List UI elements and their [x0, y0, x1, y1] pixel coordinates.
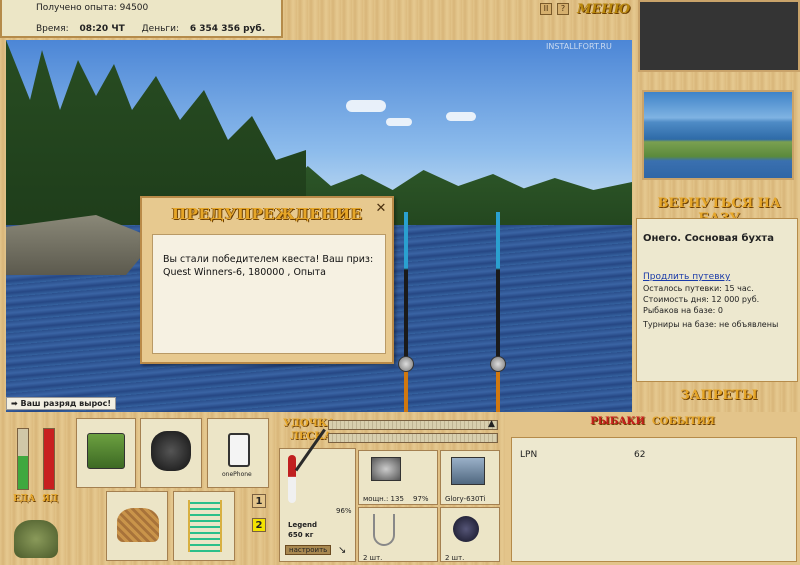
tab-events[interactable]: СОБЫТИЯ: [652, 416, 715, 427]
location-map: [642, 90, 794, 180]
tackle-box-icon: [87, 433, 125, 469]
fishing-rod-2[interactable]: [496, 212, 500, 412]
chat-panel: [638, 0, 800, 72]
float-icon: [288, 455, 296, 503]
poison-fill: [44, 429, 54, 489]
hook-count: 2 шт.: [363, 554, 383, 562]
food-fill: [18, 456, 28, 489]
watermark: INSTALLFORT.RU: [546, 42, 612, 51]
reel-power: мощн.: 135: [363, 495, 404, 503]
line-spool-icon: [451, 457, 485, 485]
money-value: 6 354 356 руб.: [189, 24, 266, 34]
page-1-button[interactable]: 1: [252, 494, 266, 508]
line-tension-bar: [328, 433, 498, 443]
rank-up-notification[interactable]: ➡ Ваш разряд вырос!: [6, 397, 117, 410]
cloud: [346, 100, 386, 112]
dialog-title: ПРЕДУПРЕЖДЕНИЕ: [172, 205, 363, 223]
pause-button[interactable]: II: [540, 3, 552, 15]
rod-slot[interactable]: Legend 650 кг 96% настроить ↘: [279, 428, 356, 562]
phone-icon: [228, 433, 250, 467]
rod-durability: 96%: [336, 507, 352, 515]
help-button[interactable]: ?: [557, 3, 569, 15]
time-row: Время: 08:20 ЧТ Деньги: 6 354 356 руб.: [36, 24, 265, 34]
setup-button[interactable]: настроить: [285, 545, 332, 555]
rod-name: Legend: [288, 521, 317, 529]
hook-slot[interactable]: 2 шт.: [358, 507, 438, 562]
reel-slot[interactable]: мощн.: 135 97%: [358, 450, 438, 505]
inventory-slot[interactable]: onePhone: [207, 418, 269, 488]
experience-value: 94500: [119, 3, 149, 13]
events-list: LPN 62: [511, 437, 797, 562]
inventory-slot[interactable]: [106, 491, 168, 561]
arrow-right-icon: ➡: [11, 399, 21, 408]
warning-dialog: ПРЕДУПРЕЖДЕНИЕ ✕ Вы стали победителем кв…: [140, 196, 394, 364]
reel-icon: [490, 356, 506, 372]
inventory-slot[interactable]: [173, 491, 235, 561]
inventory-slot[interactable]: [76, 418, 136, 488]
backpack-icon: [151, 431, 191, 471]
bans-button[interactable]: ЗАПРЕТЫ: [638, 388, 800, 403]
rod-tension-bar: [328, 420, 498, 430]
bag-icon[interactable]: [14, 520, 58, 558]
reel-icon: [398, 356, 414, 372]
poison-meter: [43, 428, 55, 490]
food-meter: [17, 428, 29, 490]
page-2-button[interactable]: 2: [252, 518, 266, 532]
bait-slot[interactable]: 2 шт.: [440, 507, 500, 562]
beetle-bait-icon: [453, 516, 479, 542]
reel-durability: 97%: [413, 495, 429, 503]
cloud: [446, 112, 476, 121]
time-label: Время:: [36, 24, 69, 34]
info-line: Стоимость дня: 12 000 руб.: [643, 295, 760, 304]
arrow-down-right-icon: ↘: [338, 545, 347, 556]
close-icon[interactable]: ✕: [374, 202, 388, 216]
picnic-basket-icon: [117, 508, 159, 542]
cloud: [386, 118, 412, 126]
base-info-panel: Онего. Сосновая бухта Продлить путевку О…: [636, 218, 798, 382]
line-name: Glory-630Ti: [445, 495, 486, 503]
rank-up-text: Ваш разряд вырос!: [20, 399, 112, 408]
time-value: 08:20 ЧТ: [79, 24, 125, 34]
experience-row: Получено опыта: 94500: [36, 3, 148, 13]
fishing-rod-1[interactable]: [404, 212, 408, 412]
bait-count: 2 шт.: [445, 554, 465, 562]
menu-button[interactable]: МЕНЮ: [577, 2, 630, 17]
keepnet-icon: [188, 500, 222, 552]
extend-voucher-link[interactable]: Продлить путевку: [643, 272, 791, 282]
info-line: Осталось путевки: 15 час.: [643, 284, 754, 293]
phone-label: onePhone: [222, 471, 252, 478]
line-label: ЛЕСКА: [290, 431, 332, 442]
food-label: ЕДА: [13, 494, 36, 504]
rod-capacity: 650 кг: [288, 531, 314, 539]
list-item-name: LPN: [520, 450, 538, 460]
money-label: Деньги:: [141, 24, 179, 34]
player-stats-panel: Получено опыта: 94500 Время: 08:20 ЧТ Де…: [0, 0, 283, 38]
events-panel: РЫБАКИ СОБЫТИЯ LPN 62: [505, 412, 800, 565]
poison-label: ЯД: [42, 494, 58, 504]
inventory-slot[interactable]: [140, 418, 202, 488]
info-line: Турниры на базе: не объявлены: [643, 320, 779, 329]
line-slot[interactable]: Glory-630Ti: [440, 450, 500, 505]
base-name: Онего. Сосновая бухта: [643, 233, 774, 244]
list-item-value: 62: [634, 450, 646, 460]
dialog-message: Вы стали победителем квеста! Ваш приз: Q…: [152, 234, 386, 354]
tab-fishers[interactable]: РЫБАКИ: [590, 416, 645, 427]
events-tabs: РЫБАКИ СОБЫТИЯ: [505, 416, 800, 427]
hook-icon: [373, 514, 395, 546]
info-line: Рыбаков на базе: 0: [643, 306, 723, 315]
tension-marker-icon: ▲: [488, 419, 495, 429]
reel-item-icon: [371, 457, 401, 481]
experience-label: Получено опыта:: [36, 3, 117, 13]
